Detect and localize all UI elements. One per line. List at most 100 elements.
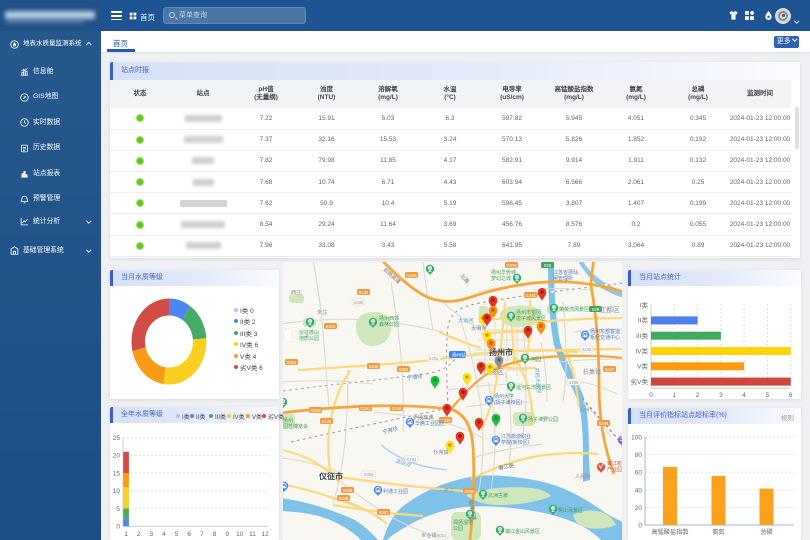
svg-text:镇江金山风景区: 镇江金山风景区 [505,528,540,535]
svg-text:9: 9 [225,531,229,538]
svg-text:V类: V类 [637,362,648,371]
svg-text:扬子津野公园: 扬子津野公园 [528,416,558,423]
svg-text:3: 3 [149,531,153,538]
svg-text:杭集镇: 杭集镇 [583,368,601,376]
svg-text:S352: S352 [399,367,409,372]
svg-text:25: 25 [113,435,121,442]
svg-text:扬州华侨城: 扬州华侨城 [491,269,516,276]
svg-text:西庄: 西庄 [291,288,301,296]
svg-text:焦山风景区: 焦山风景区 [558,507,583,514]
svg-text:1: 1 [672,392,676,399]
svg-text:X201: X201 [429,356,439,361]
svg-text:梦幻之城: 梦幻之城 [491,275,511,282]
svg-text:II类: II类 [638,316,649,325]
svg-text:运河三湾风景区: 运河三湾风景区 [516,384,551,391]
svg-text:10: 10 [113,488,121,495]
svg-text:S28: S28 [544,263,552,268]
svg-text:森林公园: 森林公园 [379,321,399,328]
svg-text:扬州站: 扬州站 [452,351,466,358]
svg-text:大明寺: 大明寺 [471,324,487,332]
svg-text:G328: G328 [506,263,517,268]
svg-text:S333: S333 [326,324,336,329]
svg-text:8: 8 [213,531,217,538]
svg-text:1: 1 [124,531,128,538]
svg-text:0: 0 [649,392,653,399]
svg-text:总磷: 总磷 [760,528,772,536]
svg-text:镇江新民: 镇江新民 [607,460,622,467]
svg-text:5: 5 [766,392,770,399]
svg-text:大刊: 大刊 [579,406,589,414]
svg-text:S125: S125 [359,290,369,295]
svg-text:80: 80 [635,452,643,459]
svg-text:4: 4 [742,392,746,399]
svg-text:闸管理所: 闸管理所 [553,275,573,282]
svg-text:K202: K202 [407,457,417,462]
svg-text:江苏省邵仙: 江苏省邵仙 [553,269,578,276]
svg-text:2: 2 [137,531,141,538]
svg-text:扬州大学: 扬州大学 [494,393,514,400]
svg-text:4: 4 [162,531,166,538]
svg-text:0: 0 [116,524,120,531]
svg-text:朴席镇: 朴席镇 [433,448,449,456]
svg-text:12: 12 [261,531,269,538]
svg-text:G242: G242 [360,406,371,411]
svg-text:何园: 何园 [531,356,541,363]
svg-text:扬州市蜀冈: 扬州市蜀冈 [516,309,541,316]
svg-text:5: 5 [116,506,120,513]
svg-text:I类: I类 [640,300,649,309]
svg-text:S349: S349 [369,364,379,369]
svg-text:20: 20 [113,453,121,460]
svg-text:S125: S125 [322,419,332,424]
svg-text:朱庄: 朱庄 [317,308,327,316]
svg-text:S348: S348 [392,406,402,411]
svg-text:0: 0 [638,523,642,530]
svg-text:11: 11 [249,531,256,538]
svg-text:X225: X225 [582,347,592,352]
svg-text:学院(新校区): 学院(新校区) [501,439,530,446]
svg-text:大运河: 大运河 [458,316,474,324]
svg-text:扬州东部客运: 扬州东部客运 [590,328,620,335]
svg-text:利通工业园: 利通工业园 [383,488,408,495]
svg-text:III类: III类 [636,331,648,340]
svg-text:园艺博览会: 园艺博览会 [283,423,308,430]
svg-text:茱萸湾风景区: 茱萸湾风景区 [559,306,589,313]
svg-text:仪征市: 仪征市 [318,471,343,481]
svg-text:IV类: IV类 [635,346,648,355]
svg-text:X302: X302 [364,472,374,477]
svg-text:X205: X205 [569,380,579,385]
svg-text:S356: S356 [465,489,475,494]
svg-text:劣V类: 劣V类 [631,377,649,386]
svg-text:S357: S357 [379,510,389,515]
svg-text:仪征捺山: 仪征捺山 [299,329,319,336]
svg-text:S353: S353 [287,360,297,365]
svg-text:40: 40 [635,487,643,494]
svg-text:X001: X001 [437,533,447,538]
svg-text:地质公园: 地质公园 [299,335,319,342]
svg-text:10: 10 [236,531,244,538]
svg-text:S356: S356 [343,488,353,493]
svg-text:7: 7 [200,531,204,538]
svg-text:2: 2 [696,392,700,399]
svg-text:3: 3 [719,392,723,399]
svg-text:人民桥: 人民桥 [575,472,591,480]
svg-text:江苏旅游职业: 江苏旅游职业 [501,433,531,440]
svg-text:G328: G328 [310,408,321,413]
svg-text:100: 100 [631,435,642,442]
svg-text:华腾工业园区: 华腾工业园区 [415,420,445,427]
svg-text:公园: 公园 [453,526,463,532]
svg-text:氨氮: 氨氮 [712,528,724,536]
svg-text:高锰酸盐指数: 高锰酸盐指数 [651,528,689,536]
svg-text:S348: S348 [339,496,349,501]
svg-text:15: 15 [113,470,121,477]
svg-text:(扬子津校区): (扬子津校区) [494,399,523,406]
svg-text:G345: G345 [406,273,417,278]
svg-text:瓜洲古渡: 瓜洲古渡 [488,492,508,499]
svg-text:枢纽交通中心: 枢纽交通中心 [590,334,620,341]
svg-text:5: 5 [175,531,179,538]
svg-text:S296: S296 [599,421,609,426]
svg-text:6: 6 [187,531,191,538]
svg-text:产业园区: 产业园区 [607,466,622,473]
svg-text:江都区: 江都区 [599,306,620,314]
svg-text:夹江: 夹江 [443,487,454,494]
svg-text:6: 6 [789,392,793,399]
